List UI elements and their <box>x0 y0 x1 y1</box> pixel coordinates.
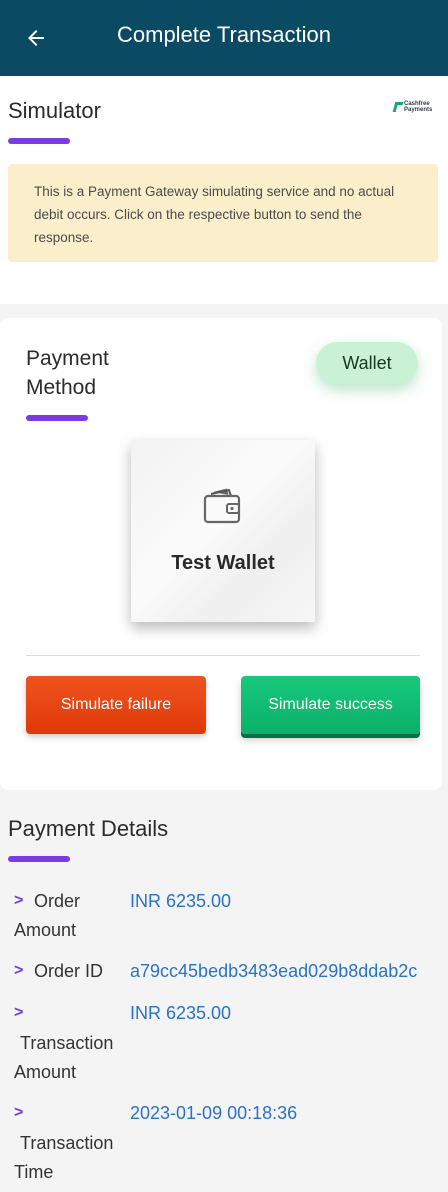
page-title: Complete Transaction <box>0 22 448 48</box>
wallet-icon <box>203 488 241 524</box>
payment-method-title-line1: Payment <box>26 347 109 370</box>
detail-label: Amount <box>14 920 77 940</box>
logo-text-bottom: Payments <box>404 107 433 113</box>
test-wallet-option[interactable]: Test Wallet <box>131 440 315 622</box>
detail-label: Order ID <box>34 961 104 981</box>
chevron-right-icon: > <box>14 1104 24 1121</box>
chevron-right-icon: > <box>14 1004 24 1021</box>
detail-label: Amount <box>14 1062 77 1082</box>
payment-method-title-line2: Method <box>26 376 97 399</box>
simulator-card: Simulator Cashfree Payments This is a Pa… <box>0 76 448 304</box>
detail-value: INR 6235.00 <box>130 891 232 911</box>
detail-value: a79cc45bedb3483ead029b8ddab2c <box>130 961 418 981</box>
page-title-text: Complete Transaction <box>117 22 331 47</box>
detail-label: Transaction <box>20 1133 114 1153</box>
payment-details-title: Payment Details <box>8 816 169 841</box>
detail-label: Order <box>34 891 81 911</box>
detail-value: INR 6235.00 <box>130 1003 232 1023</box>
simulator-title: Simulator <box>8 98 101 123</box>
simulate-failure-button[interactable]: Simulate failure <box>26 676 206 734</box>
detail-value: 2023-01-09 00:18:36 <box>130 1103 298 1123</box>
test-wallet-label: Test Wallet <box>171 552 275 574</box>
payment-method-title: Payment Method <box>26 344 176 402</box>
chevron-right-icon: > <box>14 892 24 909</box>
detail-label: Transaction <box>20 1033 114 1053</box>
cashfree-logo: Cashfree Payments <box>392 100 438 114</box>
simulator-notice: This is a Payment Gateway simulating ser… <box>8 164 438 262</box>
chevron-right-icon: > <box>14 962 24 979</box>
divider <box>26 655 420 656</box>
payment-method-card: Payment Method Wallet Test Wallet Simula… <box>0 318 442 790</box>
payment-method-underline <box>26 415 88 421</box>
cashfree-logo-icon <box>392 102 404 112</box>
title-underline <box>8 138 70 144</box>
app-bar: Complete Transaction <box>0 0 448 76</box>
simulate-success-button[interactable]: Simulate success <box>241 676 420 734</box>
wallet-chip[interactable]: Wallet <box>316 342 418 384</box>
detail-label: Time <box>14 1162 54 1182</box>
payment-details-underline <box>8 856 70 862</box>
